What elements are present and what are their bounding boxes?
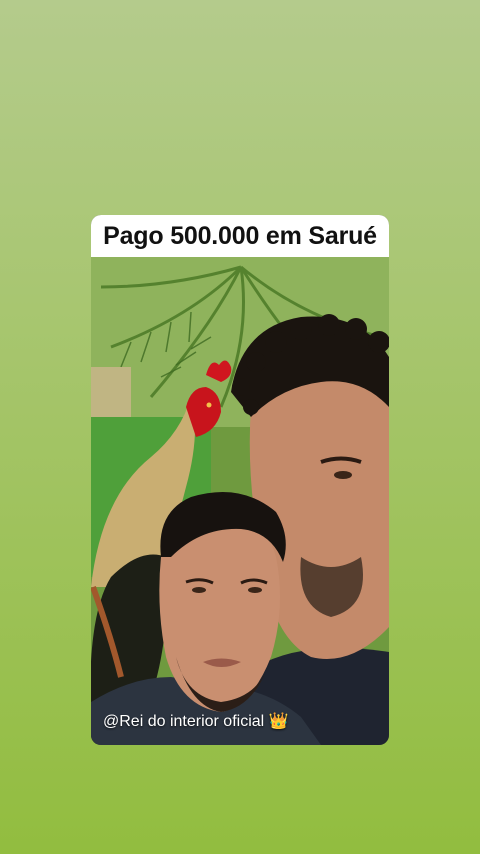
creator-watermark: @Rei do interior oficial 👑 — [103, 713, 289, 730]
shared-post-card[interactable]: Pago 500.000 em Sarué @Rei do interior o… — [91, 215, 389, 745]
video-scene — [91, 257, 389, 745]
caption-text: Pago 500.000 em Sarué — [103, 221, 377, 250]
video-frame[interactable] — [91, 257, 389, 745]
caption-bar: Pago 500.000 em Sarué — [91, 215, 389, 257]
